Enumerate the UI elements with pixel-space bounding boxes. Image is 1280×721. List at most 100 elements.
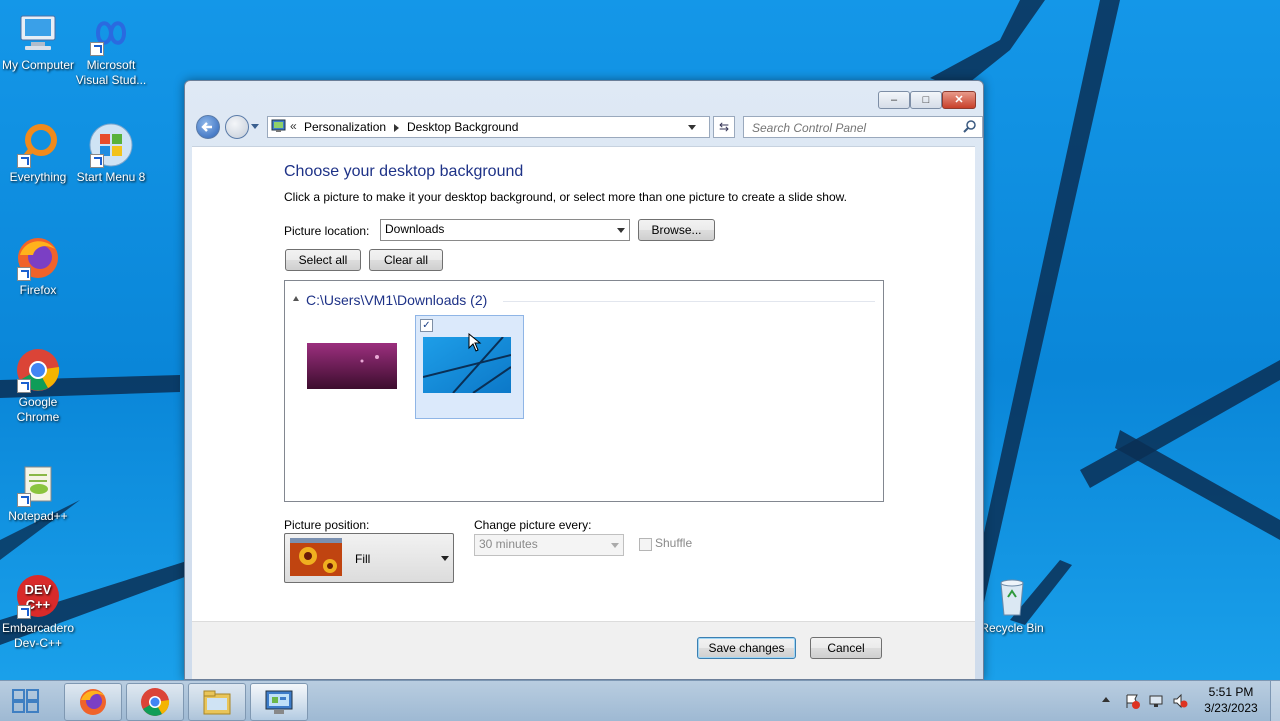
picture-position-value: Fill bbox=[355, 552, 371, 566]
collapse-icon[interactable] bbox=[293, 296, 299, 301]
clear-all-button[interactable]: Clear all bbox=[369, 249, 443, 271]
start-menu-icon bbox=[88, 122, 134, 168]
blue-wallpaper-thumbnail bbox=[423, 337, 511, 393]
notepad-plus-plus-icon bbox=[15, 461, 61, 507]
thumbnail-item[interactable] bbox=[299, 316, 403, 418]
show-hidden-icons-button[interactable] bbox=[1102, 697, 1110, 702]
desktop-icon-visual-studio[interactable]: Microsoft Visual Stud... bbox=[73, 10, 149, 88]
taskbar-chrome[interactable] bbox=[126, 683, 184, 721]
desktop-icon-everything[interactable]: Everything bbox=[0, 122, 76, 185]
address-dropdown-icon[interactable] bbox=[688, 125, 696, 130]
search-icon[interactable] bbox=[963, 120, 977, 134]
desktop-icon-label: Notepad++ bbox=[8, 509, 68, 523]
svg-text:DEV: DEV bbox=[25, 582, 52, 597]
back-button[interactable] bbox=[196, 115, 220, 139]
picture-location-value: Downloads bbox=[385, 222, 445, 236]
address-bar[interactable]: « Personalization Desktop Background bbox=[267, 116, 710, 138]
desktop-icon-recycle-bin[interactable]: Recycle Bin bbox=[974, 573, 1050, 636]
control-panel-icon bbox=[271, 119, 286, 132]
windows-logo-icon bbox=[12, 689, 39, 713]
breadcrumb-separator-icon bbox=[394, 124, 399, 132]
picture-location-select[interactable]: Downloads bbox=[380, 219, 630, 241]
forward-button[interactable] bbox=[225, 115, 249, 139]
breadcrumb-desktop-background[interactable]: Desktop Background bbox=[407, 120, 518, 134]
desktop-icon-label: Start Menu 8 bbox=[76, 170, 146, 184]
group-divider bbox=[503, 301, 875, 302]
minimize-icon: – bbox=[890, 94, 898, 106]
back-arrow-icon bbox=[201, 122, 212, 132]
recent-pages-dropdown[interactable] bbox=[251, 124, 259, 129]
desktop-icon-label: Microsoft Visual Stud... bbox=[75, 58, 147, 87]
change-picture-label: Change picture every: bbox=[474, 518, 592, 532]
firefox-icon bbox=[80, 689, 106, 715]
thumbnail-checkbox[interactable]: ✓ bbox=[420, 319, 433, 332]
close-button[interactable]: ✕ bbox=[942, 91, 976, 109]
taskbar-firefox[interactable] bbox=[64, 683, 122, 721]
control-panel-icon bbox=[265, 690, 293, 714]
desktop-icon-start-menu-8[interactable]: Start Menu 8 bbox=[73, 122, 149, 185]
refresh-icon: ⇆ bbox=[718, 120, 730, 134]
picture-list[interactable]: C:\Users\VM1\Downloads (2) ✓ bbox=[284, 280, 884, 502]
content-pane: Choose your desktop background Click a p… bbox=[192, 146, 975, 622]
group-title: C:\Users\VM1\Downloads (2) bbox=[306, 292, 488, 308]
clock-date: 3/23/2023 bbox=[1204, 701, 1258, 715]
start-button[interactable] bbox=[8, 687, 44, 715]
refresh-button[interactable]: ⇆ bbox=[713, 116, 735, 138]
purple-wallpaper-thumbnail bbox=[307, 343, 397, 389]
select-all-button[interactable]: Select all bbox=[285, 249, 361, 271]
taskbar: 5:51 PM 3/23/2023 bbox=[0, 680, 1280, 721]
desktop-icon-label: Google Chrome bbox=[16, 395, 60, 424]
desktop-icon-firefox[interactable]: Firefox bbox=[0, 235, 76, 298]
desktop-icon-google-chrome[interactable]: Google Chrome bbox=[0, 347, 76, 425]
cancel-button[interactable]: Cancel bbox=[810, 637, 882, 659]
change-picture-interval-value: 30 minutes bbox=[479, 537, 538, 551]
show-desktop-button[interactable] bbox=[1270, 681, 1280, 721]
maximize-button[interactable]: □ bbox=[910, 91, 942, 109]
change-picture-interval-select[interactable]: 30 minutes bbox=[474, 534, 624, 556]
folder-icon bbox=[203, 690, 231, 715]
maximize-icon: □ bbox=[922, 94, 930, 106]
chevron-down-icon bbox=[611, 543, 619, 548]
breadcrumb-overflow[interactable]: « bbox=[290, 119, 297, 133]
chrome-icon bbox=[141, 688, 170, 716]
search-box[interactable] bbox=[743, 116, 983, 138]
desktop-icon-my-computer[interactable]: My Computer bbox=[0, 10, 76, 73]
taskbar-file-explorer[interactable] bbox=[188, 683, 246, 721]
clock[interactable]: 5:51 PM 3/23/2023 bbox=[1196, 685, 1266, 715]
recycle-bin-icon bbox=[989, 573, 1035, 619]
shuffle-checkbox[interactable] bbox=[639, 538, 652, 551]
search-input[interactable] bbox=[750, 119, 954, 137]
desktop-icon-notepad-plus-plus[interactable]: Notepad++ bbox=[0, 461, 76, 524]
save-changes-button[interactable]: Save changes bbox=[697, 637, 796, 659]
desktop-icon-label: Everything bbox=[9, 170, 67, 184]
close-icon: ✕ bbox=[954, 94, 964, 106]
visual-studio-icon bbox=[88, 10, 134, 56]
firefox-icon bbox=[15, 235, 61, 281]
chrome-icon bbox=[15, 347, 61, 393]
thumbnail-item-selected[interactable]: ✓ bbox=[415, 315, 524, 419]
shuffle-label: Shuffle bbox=[655, 536, 693, 550]
desktop-icon-dev-cpp[interactable]: DEV C++ Embarcadero Dev-C++ bbox=[0, 573, 76, 651]
taskbar-control-panel[interactable] bbox=[250, 683, 308, 721]
desktop-icon-label: My Computer bbox=[1, 58, 75, 72]
chevron-down-icon bbox=[441, 556, 449, 561]
picture-location-label: Picture location: bbox=[284, 224, 370, 238]
mouse-cursor-icon bbox=[468, 333, 482, 352]
page-title: Choose your desktop background bbox=[284, 163, 524, 180]
browse-button[interactable]: Browse... bbox=[638, 219, 715, 241]
flower-preview-icon bbox=[290, 538, 342, 576]
dialog-footer: Save changes Cancel bbox=[192, 621, 975, 679]
navigation-bar: « Personalization Desktop Background ⇆ bbox=[193, 114, 983, 140]
chevron-down-icon bbox=[617, 228, 625, 233]
volume-muted-icon[interactable] bbox=[1172, 693, 1188, 709]
dev-cpp-icon: DEV C++ bbox=[15, 573, 61, 619]
breadcrumb-personalization[interactable]: Personalization bbox=[304, 120, 386, 134]
action-center-flag-icon[interactable] bbox=[1124, 693, 1140, 709]
picture-position-select[interactable]: Fill bbox=[284, 533, 454, 583]
desktop-icon-label: Embarcadero Dev-C++ bbox=[1, 621, 75, 650]
desktop-icon-label: Firefox bbox=[19, 283, 57, 297]
network-icon[interactable] bbox=[1148, 693, 1164, 709]
computer-icon bbox=[15, 10, 61, 56]
desktop-icon-label: Recycle Bin bbox=[980, 621, 1044, 635]
minimize-button[interactable]: – bbox=[878, 91, 910, 109]
